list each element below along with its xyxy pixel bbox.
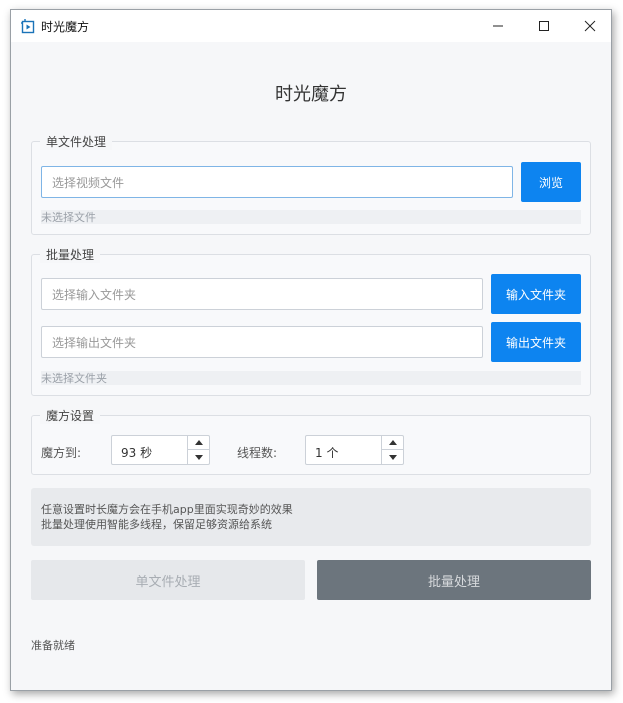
thread-count-label: 线程数: [237, 446, 278, 460]
batch-status-text: 未选择文件夹 [41, 372, 107, 385]
batch-group: 批量处理 选择输入文件夹 输入文件夹 选择输出文件夹 输出文件夹 未选择文件夹 [31, 246, 591, 396]
settings-group: 魔方设置 魔方到: 93 秒 线程数: 1 个 [31, 407, 591, 475]
input-folder-button[interactable]: 输入文件夹 [491, 274, 581, 314]
arrow-down-icon [388, 454, 397, 460]
output-folder-placeholder: 选择输出文件夹 [52, 335, 137, 350]
thread-count-value: 1 个 [315, 446, 339, 460]
window-title: 时光魔方 [41, 20, 90, 34]
batch-legend: 批量处理 [40, 246, 101, 263]
output-folder-button[interactable]: 输出文件夹 [491, 322, 581, 362]
status-bar: 准备就绪 [31, 639, 75, 652]
info-line-1: 任意设置时长魔方会在手机app里面实现奇妙的效果 [41, 503, 293, 516]
title-bar: 时光魔方 [11, 10, 611, 42]
maximize-icon [539, 21, 549, 31]
single-file-status: 未选择文件 [41, 210, 581, 224]
target-duration-label: 魔方到: [41, 446, 82, 460]
input-folder-field[interactable]: 选择输入文件夹 [41, 278, 483, 310]
arrow-down-icon [194, 454, 203, 460]
arrow-up-icon [388, 440, 397, 445]
app-logo-icon [21, 19, 35, 34]
batch-process-label: 批量处理 [427, 574, 480, 590]
output-folder-label: 输出文件夹 [505, 335, 566, 350]
batch-status: 未选择文件夹 [41, 371, 581, 385]
browse-button[interactable]: 浏览 [521, 162, 581, 202]
target-duration-spinbox[interactable]: 93 秒 [111, 435, 210, 465]
minimize-button[interactable] [475, 10, 521, 42]
video-file-placeholder: 选择视频文件 [52, 175, 125, 190]
close-button[interactable] [567, 10, 613, 42]
single-file-status-text: 未选择文件 [41, 211, 96, 224]
thread-count-down-button[interactable] [382, 450, 403, 464]
video-file-input[interactable]: 选择视频文件 [41, 166, 513, 198]
info-panel: 任意设置时长魔方会在手机app里面实现奇妙的效果 批量处理使用智能多线程，保留足… [31, 488, 591, 546]
app-title: 时光魔方 [275, 84, 347, 105]
info-line-2: 批量处理使用智能多线程，保留足够资源给系统 [41, 518, 272, 531]
single-file-legend: 单文件处理 [40, 133, 113, 150]
arrow-up-icon [194, 440, 203, 445]
app-window: 时光魔方 时光魔方 单文件处理 选择视频文件 浏览 未选择文件 批量处理 选择输… [10, 9, 612, 691]
input-folder-label: 输入文件夹 [505, 287, 566, 302]
target-duration-up-button[interactable] [188, 436, 209, 450]
thread-count-spinbox[interactable]: 1 个 [305, 435, 404, 465]
single-file-group: 单文件处理 选择视频文件 浏览 未选择文件 [31, 133, 591, 235]
single-process-button[interactable]: 单文件处理 [31, 560, 305, 600]
target-duration-down-button[interactable] [188, 450, 209, 464]
settings-legend: 魔方设置 [40, 407, 101, 424]
target-duration-arrows [187, 436, 209, 464]
thread-count-arrows [381, 436, 403, 464]
thread-count-up-button[interactable] [382, 436, 403, 450]
target-duration-value: 93 秒 [121, 446, 153, 460]
close-icon [584, 20, 596, 32]
output-folder-field[interactable]: 选择输出文件夹 [41, 326, 483, 358]
minimize-icon [493, 25, 503, 27]
single-process-label: 单文件处理 [135, 574, 201, 590]
input-folder-placeholder: 选择输入文件夹 [52, 287, 137, 302]
browse-label: 浏览 [538, 175, 563, 190]
batch-process-button[interactable]: 批量处理 [317, 560, 591, 600]
maximize-button[interactable] [521, 10, 567, 42]
